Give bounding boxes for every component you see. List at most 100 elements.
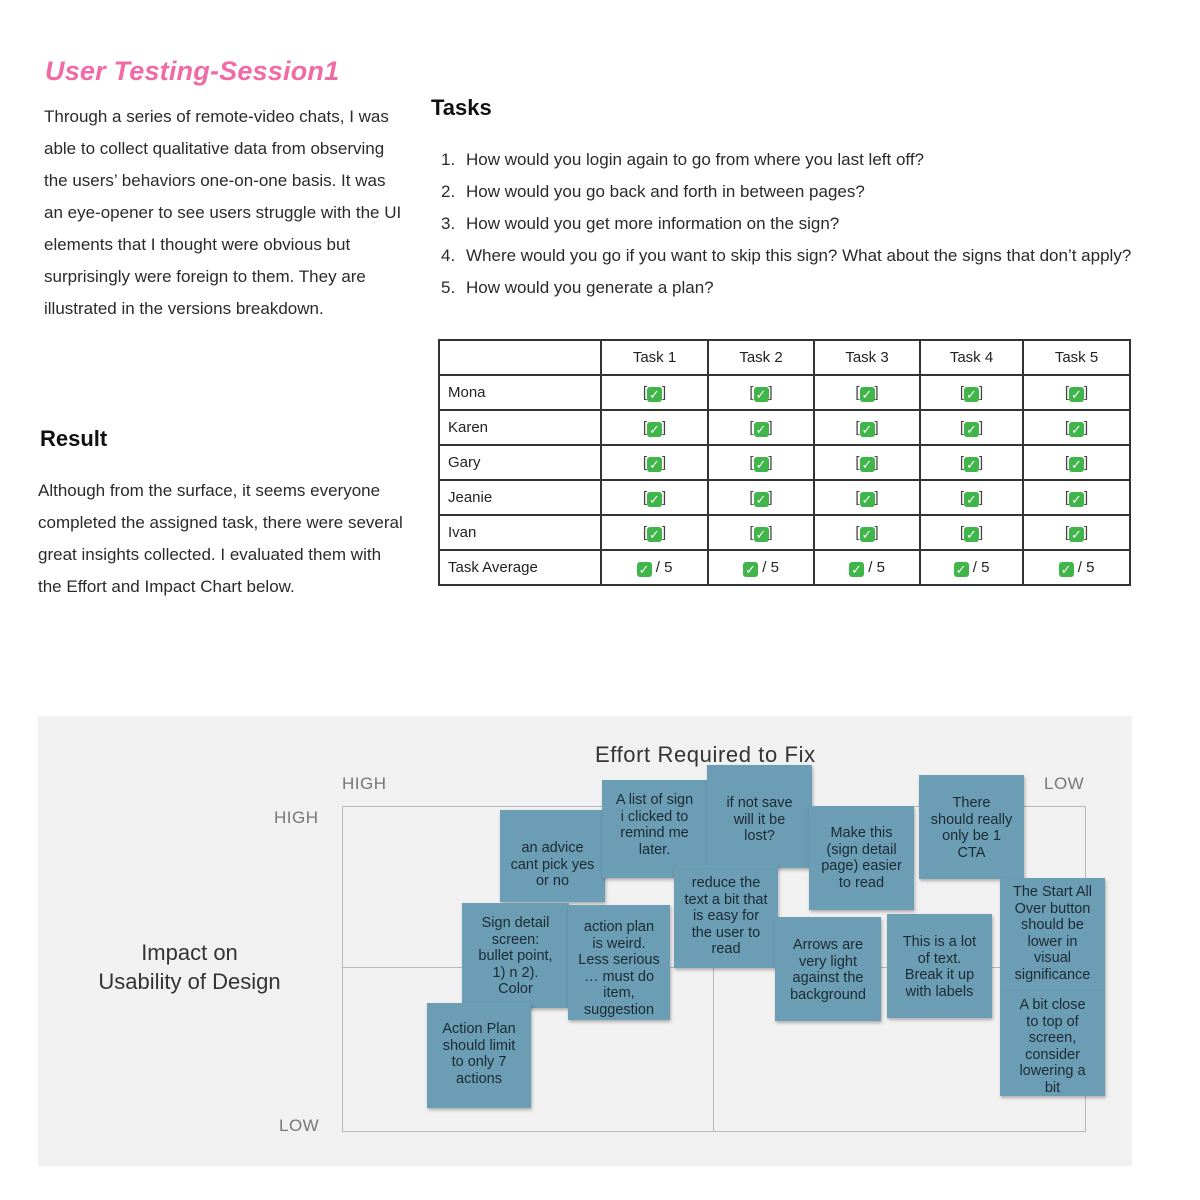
checkmark-icon: ✓ xyxy=(753,491,769,507)
bracket-close: ] xyxy=(979,453,984,471)
result-paragraph: Although from the surface, it seems ever… xyxy=(38,481,403,596)
checkmark-icon: ✓ xyxy=(647,491,662,507)
sticky-note-text: Sign detail screen: bullet point, 1) n 2… xyxy=(478,915,553,997)
task-result-cell: [✓] xyxy=(1022,514,1131,551)
bracket-open: [ xyxy=(855,418,860,436)
checkmark-icon: ✓ xyxy=(964,421,979,437)
task-average-cell: ✓ / 5 xyxy=(600,549,709,586)
average-value: / 5 xyxy=(655,558,673,576)
task-result-cell: [✓] xyxy=(813,444,921,481)
bracket-close: ] xyxy=(768,418,773,436)
bracket-close: ] xyxy=(979,488,984,506)
table-corner-cell xyxy=(438,339,602,376)
bracket-close: ] xyxy=(874,453,879,471)
bracket-close: ] xyxy=(768,453,773,471)
checkmark-icon: ✓ xyxy=(753,421,769,437)
bracket-open: [ xyxy=(855,488,860,506)
bracket-close: ] xyxy=(662,383,667,401)
average-value: / 5 xyxy=(868,558,885,576)
checkmark-icon: ✓ xyxy=(753,526,769,542)
sticky-note-text: reduce the text a bit that is easy for t… xyxy=(684,875,768,957)
table-header-row: Task 1 Task 2 Task 3 Task 4 Task 5 xyxy=(438,339,1131,376)
table-header-cell: Task 1 xyxy=(600,339,709,376)
checkmark-icon: ✓ xyxy=(849,561,865,577)
checkmark-icon: ✓ xyxy=(859,421,875,437)
tasks-list: 1. How would you login again to go from w… xyxy=(441,144,1131,304)
sticky-note: A list of sign i clicked to remind me la… xyxy=(602,780,707,878)
x-axis-high-label: HIGH xyxy=(342,774,387,793)
checkmark-icon: ✓ xyxy=(1069,526,1084,542)
bracket-close: ] xyxy=(874,523,879,541)
bracket-open: [ xyxy=(855,523,860,541)
task-average-cell: ✓ / 5 xyxy=(1022,549,1131,586)
table-row: Karen[✓][✓][✓][✓][✓] xyxy=(438,409,1131,446)
table-header-cell: Task 5 xyxy=(1022,339,1131,376)
bracket-close: ] xyxy=(979,383,984,401)
sticky-note-text: action plan is weird. Less serious … mus… xyxy=(578,919,660,1018)
task-average-cell: ✓ / 5 xyxy=(813,549,921,586)
task-text: How would you login again to go from whe… xyxy=(466,150,925,169)
task-text: How would you get more information on th… xyxy=(466,214,840,233)
bracket-open: [ xyxy=(749,453,754,471)
bracket-close: ] xyxy=(1084,523,1089,541)
task-result-cell: [✓] xyxy=(919,444,1024,481)
table-row: Gary[✓][✓][✓][✓][✓] xyxy=(438,444,1131,481)
sticky-note: The Start All Over button should be lowe… xyxy=(1000,878,1105,991)
bracket-close: ] xyxy=(874,418,879,436)
checkmark-icon: ✓ xyxy=(964,386,979,402)
task-number: 4. xyxy=(441,246,456,265)
sticky-note: Make this (sign detail page) easier to r… xyxy=(809,806,914,910)
participant-name: Ivan xyxy=(438,514,602,551)
bracket-close: ] xyxy=(662,453,667,471)
task-result-cell: [✓] xyxy=(1022,444,1131,481)
y-axis-title: Impact on Usability of Design xyxy=(98,940,281,994)
checkmark-icon: ✓ xyxy=(647,421,662,437)
checkmark-icon: ✓ xyxy=(964,456,979,472)
task-item: 3. How would you get more information on … xyxy=(441,208,1131,240)
bracket-close: ] xyxy=(768,488,773,506)
page-title: User Testing-Session1 xyxy=(45,56,340,86)
task-result-cell: [✓] xyxy=(1022,479,1131,516)
sticky-note-text: an advice cant pick yes or no xyxy=(510,840,595,889)
bracket-close: ] xyxy=(768,383,773,401)
bracket-close: ] xyxy=(662,488,667,506)
task-item: 5. How would you generate a plan? xyxy=(441,272,1131,304)
task-average-row: Task Average ✓ / 5 ✓ / 5 ✓ / 5 ✓ / 5 ✓ / 5 xyxy=(438,549,1131,586)
checkmark-icon: ✓ xyxy=(859,456,875,472)
results-table: Task 1 Task 2 Task 3 Task 4 Task 5 Mona [… xyxy=(438,339,1131,586)
sticky-note-text: if not save will it be lost? xyxy=(726,795,793,844)
task-item: 4. Where would you go if you want to skip… xyxy=(441,240,1131,272)
checkmark-icon: ✓ xyxy=(753,386,769,402)
sticky-note: if not save will it be lost? xyxy=(707,765,812,868)
task-number: 2. xyxy=(441,182,456,201)
checkmark-icon: ✓ xyxy=(964,491,979,507)
checkmark-icon: ✓ xyxy=(859,491,875,507)
task-item: 2. How would you go back and forth in bet… xyxy=(441,176,1131,208)
checkmark-icon: ✓ xyxy=(1069,456,1084,472)
checkmark-icon: ✓ xyxy=(859,526,875,542)
bracket-close: ] xyxy=(662,418,667,436)
bracket-open: [ xyxy=(749,523,754,541)
task-text: Where would you go if you want to skip t… xyxy=(466,246,1132,265)
task-result-cell: [✓] xyxy=(707,479,815,516)
bracket-close: ] xyxy=(1084,453,1089,471)
participant-name: Karen xyxy=(438,409,602,446)
task-item: 1. How would you login again to go from w… xyxy=(441,144,1131,176)
checkmark-icon: ✓ xyxy=(753,456,769,472)
task-average-label: Task Average xyxy=(438,549,602,586)
average-value: / 5 xyxy=(972,558,990,576)
y-axis-high-label: HIGH xyxy=(274,808,319,827)
checkmark-icon: ✓ xyxy=(636,561,652,577)
checkmark-icon: ✓ xyxy=(1069,386,1084,402)
sticky-note: Sign detail screen: bullet point, 1) n 2… xyxy=(462,903,569,1008)
sticky-note-text: Make this (sign detail page) easier to r… xyxy=(821,825,902,891)
bracket-open: [ xyxy=(749,383,754,401)
sticky-note-text: There should really only be 1 CTA xyxy=(930,795,1013,861)
participant-name: Mona xyxy=(438,374,602,411)
checkmark-icon: ✓ xyxy=(743,561,759,577)
bracket-close: ] xyxy=(1084,383,1089,401)
sticky-note: reduce the text a bit that is easy for t… xyxy=(674,865,778,968)
average-value: / 5 xyxy=(1077,558,1095,576)
sticky-note: This is a lot of text. Break it up with … xyxy=(887,914,992,1018)
average-value: / 5 xyxy=(762,558,779,576)
